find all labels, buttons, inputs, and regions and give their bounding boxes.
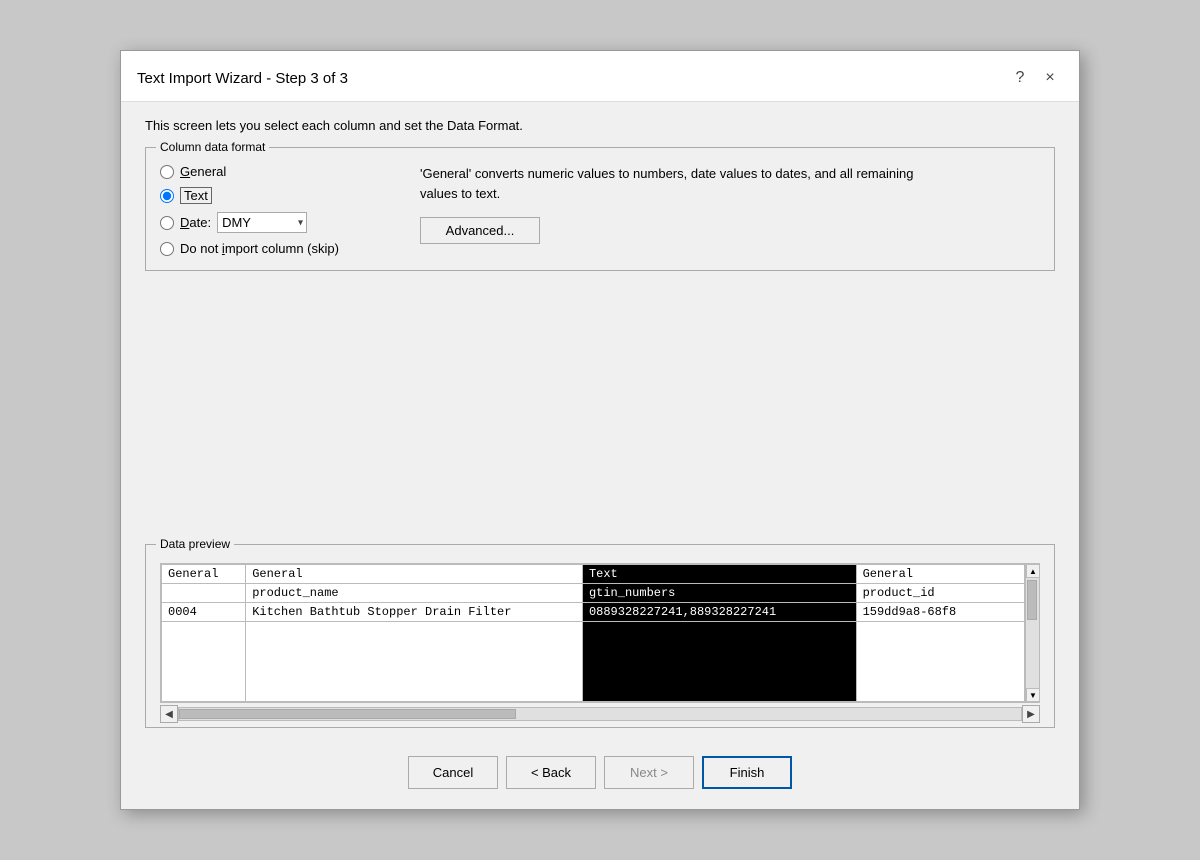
radio-skip[interactable] (160, 242, 174, 256)
v-scrollbar-thumb[interactable] (1027, 580, 1037, 620)
horizontal-scroll-row: ◀ ▶ (160, 703, 1040, 727)
radio-text-label[interactable]: Text (180, 187, 212, 204)
col-header-1[interactable]: General (246, 565, 583, 584)
col-header-2[interactable]: Text (582, 565, 856, 584)
column-format-section: Column data format General Text (145, 147, 1055, 271)
column-format-label: Column data format (156, 140, 269, 154)
table-row: product_name gtin_numbers product_id (162, 584, 1025, 603)
preview-scroll-area[interactable]: General General Text General (161, 564, 1025, 702)
title-bar: Text Import Wizard - Step 3 of 3 ? × (121, 51, 1079, 102)
col-header-3[interactable]: General (856, 565, 1024, 584)
preview-content-area: General General Text General (160, 563, 1040, 703)
advanced-button[interactable]: Advanced... (420, 217, 540, 244)
radio-general-row: General (160, 164, 380, 179)
table-row: 0004 Kitchen Bathtub Stopper Drain Filte… (162, 603, 1025, 622)
description-text: This screen lets you select each column … (145, 118, 1055, 133)
preview-main-scroll: General General Text General (161, 564, 1025, 702)
v-scrollbar: ▲ ▼ (1025, 564, 1039, 702)
cell-0-0 (162, 584, 246, 603)
cell-0-1: product_name (246, 584, 583, 603)
radio-date[interactable] (160, 216, 174, 230)
cell-1-1: Kitchen Bathtub Stopper Drain Filter (246, 603, 583, 622)
dialog-footer: Cancel < Back Next > Finish (121, 744, 1079, 809)
next-button[interactable]: Next > (604, 756, 694, 789)
v-scroll-up[interactable]: ▲ (1026, 564, 1040, 578)
date-select-wrapper: DMY MDY YMD YDM MYD DYM (217, 212, 307, 233)
radio-general-label[interactable]: General (180, 164, 226, 179)
text-import-wizard-dialog: Text Import Wizard - Step 3 of 3 ? × Thi… (120, 50, 1080, 810)
right-panel: 'General' converts numeric values to num… (420, 164, 1040, 244)
help-button[interactable]: ? (1007, 65, 1033, 91)
data-preview-section: Data preview General General Text (145, 544, 1055, 728)
v-scrollbar-track (1026, 578, 1039, 688)
radio-skip-label[interactable]: Do not import column (skip) (180, 241, 339, 256)
cell-empty-0 (162, 622, 246, 702)
h-scroll-right[interactable]: ▶ (1022, 705, 1040, 723)
v-scroll-down[interactable]: ▼ (1026, 688, 1040, 702)
h-scrollbar-track (178, 707, 1022, 721)
radio-text-row: Text (160, 187, 380, 204)
radio-date-row: Date: DMY MDY YMD YDM MYD DYM (160, 212, 380, 233)
finish-button[interactable]: Finish (702, 756, 792, 789)
h-scrollbar-thumb[interactable] (179, 709, 516, 719)
radio-text[interactable] (160, 189, 174, 203)
data-preview-label: Data preview (156, 537, 234, 551)
radio-group: General Text Date: DMY MDY (160, 164, 380, 256)
cell-0-3: product_id (856, 584, 1024, 603)
spacer (145, 285, 1055, 530)
preview-table-wrapper: General General Text General (160, 563, 1040, 727)
close-button[interactable]: × (1037, 65, 1063, 91)
h-scroll-left[interactable]: ◀ (160, 705, 178, 723)
dialog-title: Text Import Wizard - Step 3 of 3 (137, 70, 348, 87)
back-button[interactable]: < Back (506, 756, 596, 789)
radio-skip-row: Do not import column (skip) (160, 241, 380, 256)
title-bar-left: Text Import Wizard - Step 3 of 3 (137, 70, 348, 87)
cell-1-3: 159dd9a8-68f8 (856, 603, 1024, 622)
cell-empty-2 (582, 622, 856, 702)
dialog-body: This screen lets you select each column … (121, 102, 1079, 744)
cell-1-2: 0889328227241,889328227241 (582, 603, 856, 622)
preview-table: General General Text General (161, 564, 1025, 702)
radio-general[interactable] (160, 165, 174, 179)
column-format-inner: General Text Date: DMY MDY (160, 158, 1040, 256)
cell-empty-3 (856, 622, 1024, 702)
table-header-row: General General Text General (162, 565, 1025, 584)
general-description: 'General' converts numeric values to num… (420, 164, 920, 203)
cell-empty-1 (246, 622, 583, 702)
title-bar-right: ? × (1007, 65, 1063, 91)
cell-0-2: gtin_numbers (582, 584, 856, 603)
cell-1-0: 0004 (162, 603, 246, 622)
table-row-empty (162, 622, 1025, 702)
date-dropdown[interactable]: DMY MDY YMD YDM MYD DYM (217, 212, 307, 233)
cancel-button[interactable]: Cancel (408, 756, 498, 789)
radio-date-label[interactable]: Date: (180, 215, 211, 230)
col-header-0[interactable]: General (162, 565, 246, 584)
